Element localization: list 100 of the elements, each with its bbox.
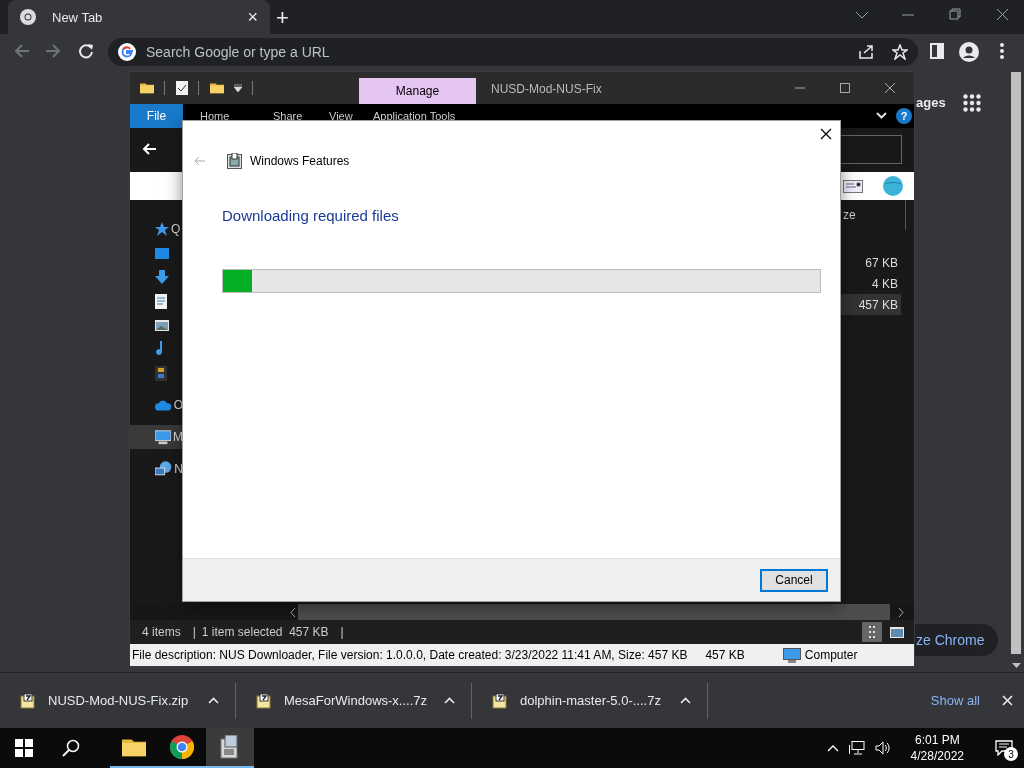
ribbon-tab[interactable]: Share	[273, 110, 303, 122]
network-icon[interactable]	[848, 741, 865, 755]
document-icon	[155, 293, 167, 309]
close-tab-button[interactable]: ×	[247, 9, 258, 25]
details-view-icon	[868, 625, 876, 639]
file-size-cell[interactable]: 457 KB	[840, 294, 901, 315]
new-tab-button[interactable]: +	[270, 8, 295, 28]
volume-icon[interactable]	[874, 741, 891, 755]
clock[interactable]: 6:01 PM 4/28/2022	[910, 732, 964, 764]
selection-info: 1 item selected 457 KB	[201, 625, 329, 639]
nav-item[interactable]: Q	[130, 217, 183, 241]
profile-icon[interactable]	[959, 42, 979, 62]
download-item[interactable]: dolphin-master-5.0-....7z	[472, 682, 708, 719]
manage-tab[interactable]: Manage	[359, 78, 476, 104]
nav-label: N	[174, 462, 183, 476]
restore-icon[interactable]	[949, 8, 961, 20]
details-view-button[interactable]	[862, 622, 882, 642]
menu-icon[interactable]	[1000, 43, 1004, 59]
notification-count: 3	[1004, 747, 1018, 761]
file-size: 457 KB	[705, 648, 745, 662]
preview-pane-icon[interactable]	[843, 180, 863, 193]
chrome-icon	[170, 735, 194, 759]
file-size-cell[interactable]: 67 KB	[840, 252, 901, 273]
caret-up-icon[interactable]	[208, 697, 219, 704]
caret-up-icon[interactable]	[444, 697, 455, 704]
desktop-icon	[155, 247, 169, 259]
download-item[interactable]: MesaForWindows-x....7z	[236, 682, 472, 719]
ribbon-tab[interactable]: View	[329, 110, 353, 122]
picture-icon	[890, 626, 904, 638]
reload-icon[interactable]	[78, 43, 94, 59]
dialog-title: Windows Features	[250, 154, 350, 168]
customize-chrome-button[interactable]: ze Chrome	[914, 624, 999, 656]
close-icon[interactable]	[885, 83, 895, 93]
caret-up-icon[interactable]	[680, 697, 691, 704]
tab-title: New Tab	[52, 9, 104, 25]
time: 6:01 PM	[914, 732, 960, 748]
computer-icon	[782, 647, 801, 663]
star-icon[interactable]	[892, 44, 908, 60]
ribbon-tab[interactable]: Home	[200, 110, 230, 122]
notification-button[interactable]: 3	[984, 728, 1024, 768]
installer-icon	[219, 735, 241, 759]
nav-label: O	[173, 398, 183, 412]
ribbon-tab[interactable]: Application Tools	[373, 110, 456, 122]
customize-dropdown-icon[interactable]	[234, 84, 242, 92]
picture-icon	[155, 319, 169, 331]
horizontal-scrollbar[interactable]	[298, 604, 890, 620]
nav-item[interactable]: O	[130, 393, 183, 417]
date: 4/28/2022	[910, 748, 964, 764]
status-separator: |	[340, 625, 344, 639]
download-name: MesaForWindows-x....7z	[284, 693, 429, 708]
side-panel-icon[interactable]	[930, 43, 944, 59]
film-icon	[155, 365, 167, 381]
scroll-right-icon[interactable]	[898, 607, 904, 617]
item-count: 4 items	[142, 625, 181, 639]
network-icon	[155, 461, 173, 477]
scroll-left-icon[interactable]	[290, 607, 296, 617]
forward-icon[interactable]	[45, 43, 61, 59]
download-item[interactable]: NUSD-Mod-NUS-Fix.zip	[0, 682, 236, 719]
browser-tab[interactable]: New Tab ×	[8, 0, 270, 34]
new-folder-icon	[210, 82, 224, 94]
nav-item[interactable]: N	[130, 457, 183, 481]
windows-logo-icon[interactable]	[15, 739, 33, 757]
help-button[interactable]: ?	[896, 108, 912, 124]
show-all-button[interactable]: Show all	[930, 693, 980, 708]
maximize-icon[interactable]	[840, 83, 850, 93]
scroll-down-icon[interactable]	[1012, 663, 1021, 668]
message-icon	[995, 740, 1013, 756]
cloud-icon	[155, 399, 172, 411]
close-icon[interactable]	[996, 8, 1009, 21]
file-tab[interactable]: File	[130, 104, 183, 128]
dialog-heading: Downloading required files	[222, 207, 400, 224]
computer-icon	[155, 429, 171, 445]
download-name: dolphin-master-5.0-....7z	[520, 693, 662, 708]
star-icon	[155, 222, 169, 236]
apps-grid-icon[interactable]	[963, 94, 981, 112]
chevron-down-icon[interactable]	[876, 112, 887, 119]
close-icon[interactable]	[820, 128, 832, 140]
share-icon[interactable]	[858, 44, 874, 60]
chrome-icon	[20, 9, 36, 25]
nav-item[interactable]: M	[130, 425, 183, 449]
search-icon[interactable]	[62, 739, 80, 757]
google-icon	[118, 43, 136, 61]
folder-icon	[122, 737, 146, 757]
images-link[interactable]: ages	[916, 95, 946, 110]
cancel-button[interactable]: Cancel	[760, 568, 828, 592]
archive-icon	[20, 692, 36, 709]
address-bar[interactable]: Search Google or type a URL	[108, 38, 918, 66]
status-separator: |	[192, 625, 196, 639]
file-description: File description: NUS Downloader, File version: 1.0.0.0, Date created: 3/23/2022 11:41 AM, Size: 457 KB	[132, 648, 688, 662]
nav-label: M	[173, 430, 183, 444]
properties-icon[interactable]	[176, 81, 188, 95]
taskbar-app[interactable]	[206, 728, 254, 768]
archive-icon	[492, 692, 508, 709]
nav-label: Q	[171, 222, 181, 236]
archive-icon	[256, 692, 272, 709]
file-size-cell[interactable]: 4 KB	[840, 273, 901, 294]
features-icon	[227, 153, 242, 169]
folder-icon	[140, 82, 154, 94]
globe-icon[interactable]	[882, 175, 904, 197]
security-zone: Computer	[804, 648, 858, 662]
